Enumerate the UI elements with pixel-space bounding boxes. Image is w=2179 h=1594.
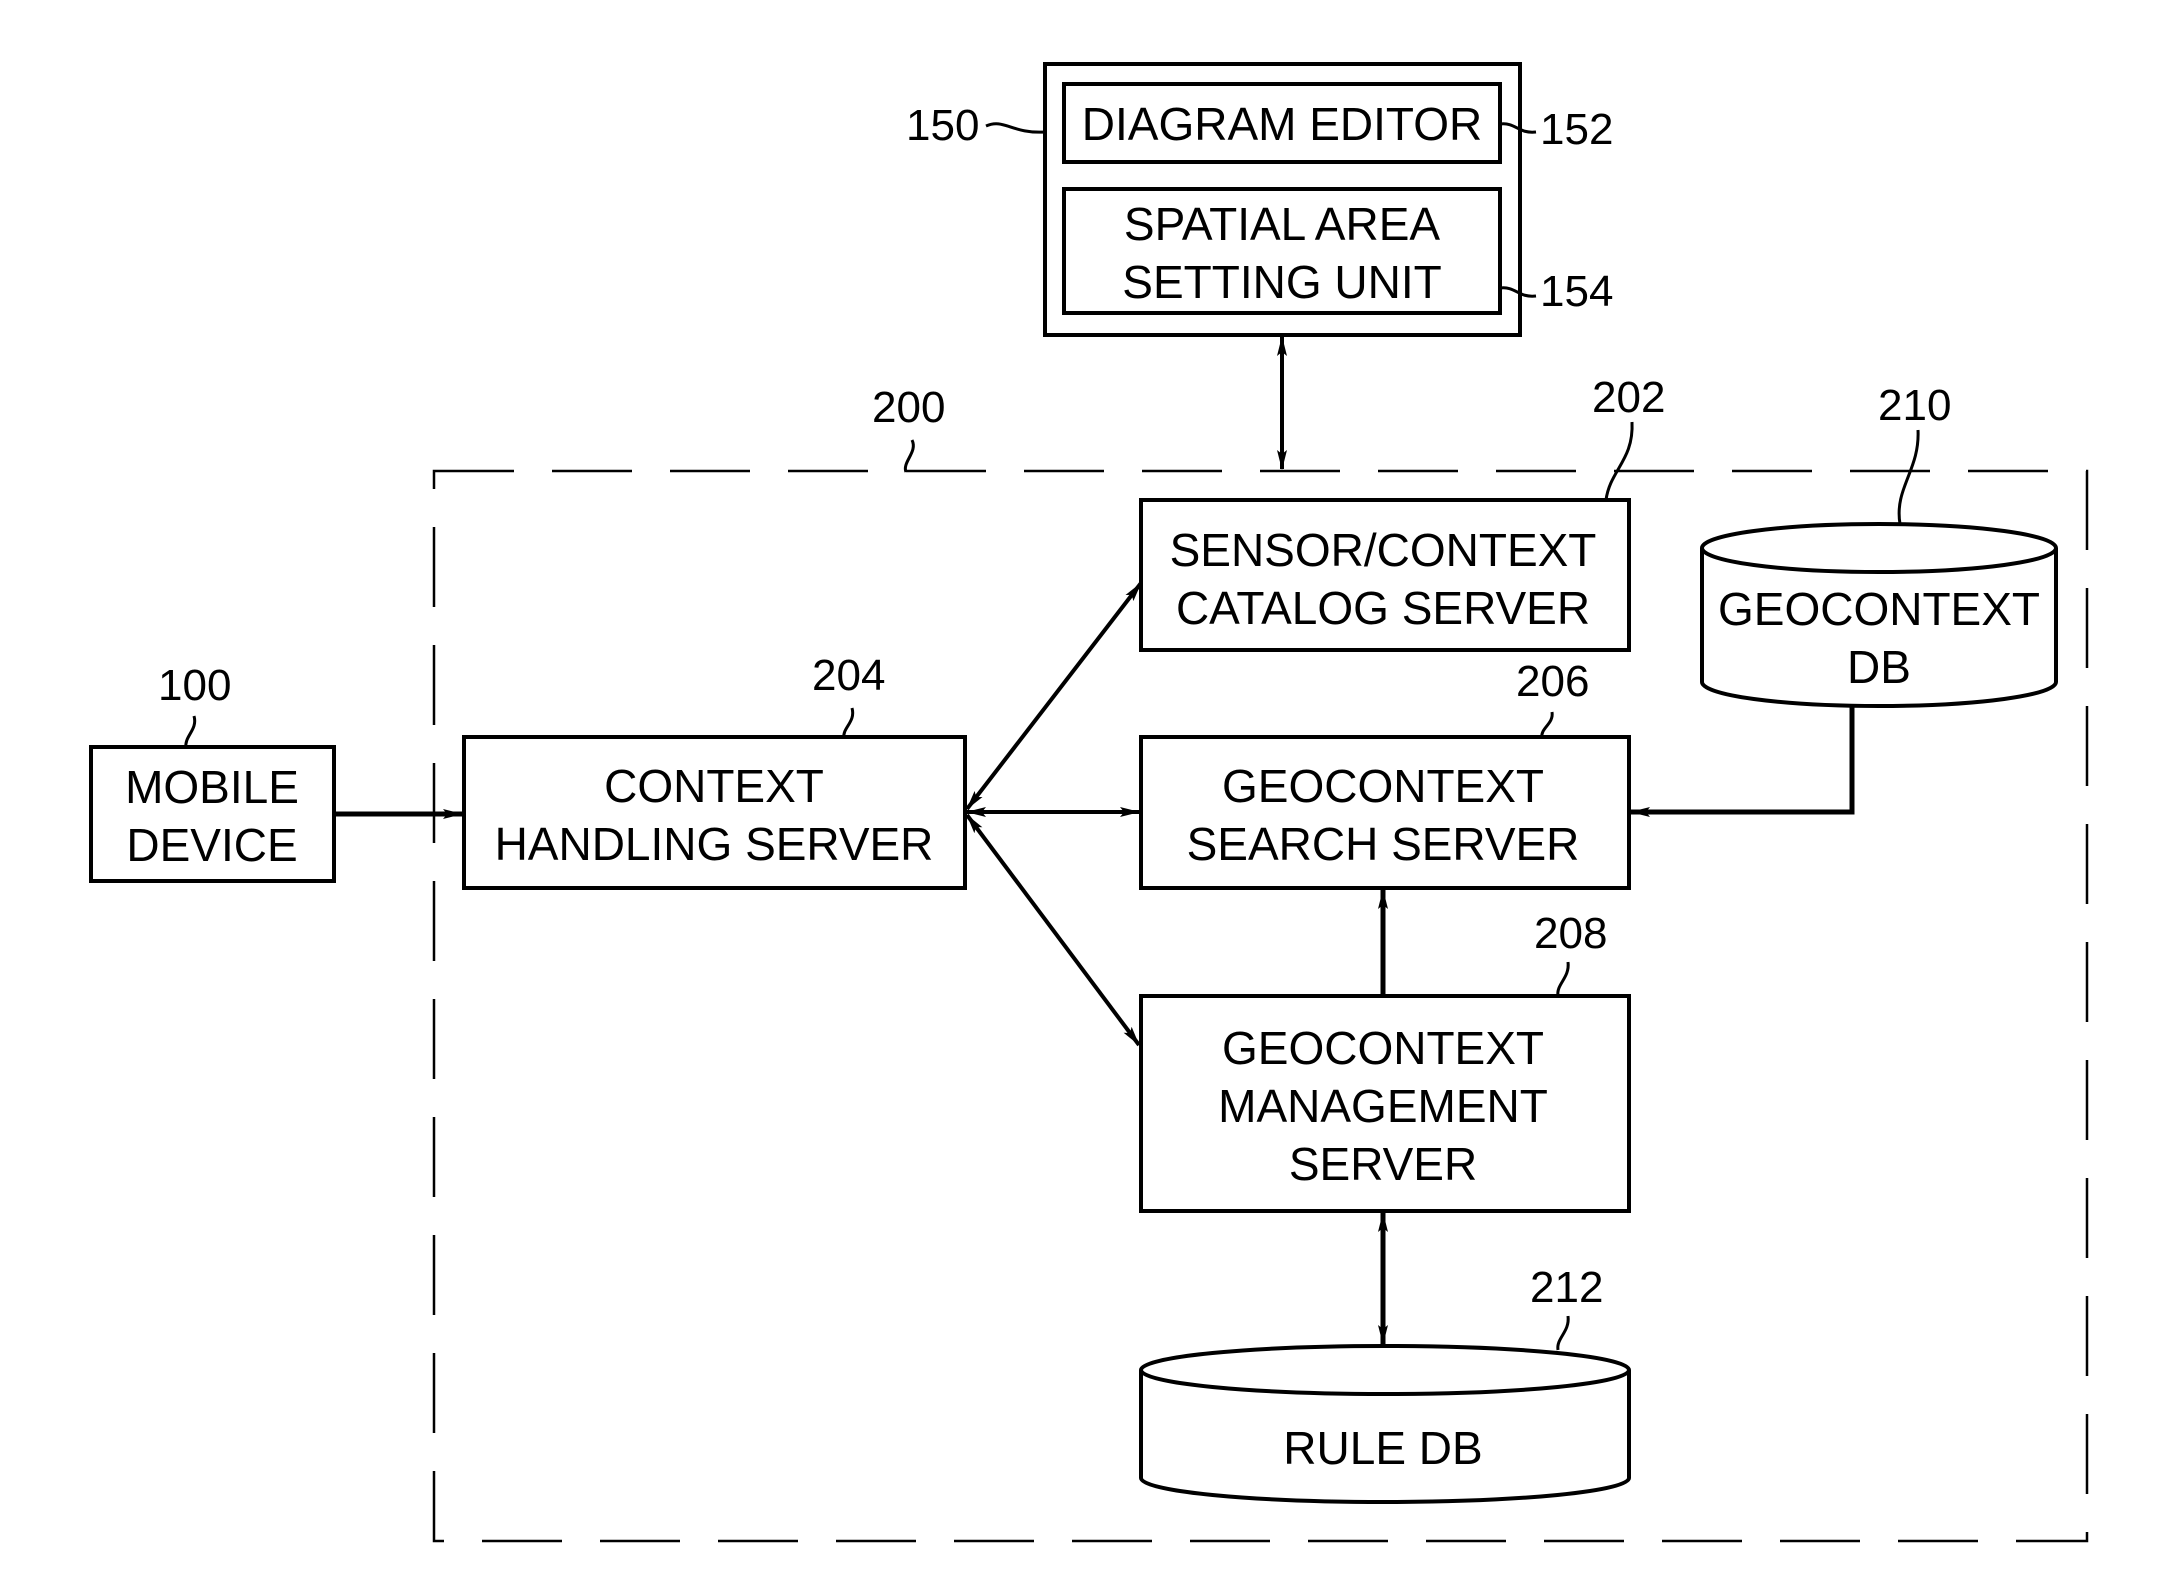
sensor-context-catalog-server-label-line2: CATALOG SERVER: [1176, 582, 1590, 634]
ref-label-100: 100: [158, 661, 231, 710]
geocontext-management-server-label-line2: MANAGEMENT: [1218, 1080, 1548, 1132]
diagram-editor-label: DIAGRAM EDITOR: [1082, 98, 1482, 150]
geocontext-db-label-line2: DB: [1847, 641, 1911, 693]
context-handling-server-label-line1: CONTEXT: [604, 760, 824, 812]
leader-line-150: [985, 122, 1046, 134]
context-handling-server-label-line2: HANDLING SERVER: [495, 818, 934, 870]
ref-label-206: 206: [1516, 657, 1589, 706]
leader-line-210: [1897, 429, 1920, 525]
ref-label-150: 150: [906, 101, 979, 150]
geocontext-search-server-label-line1: GEOCONTEXT: [1222, 760, 1544, 812]
leader-line-204: [842, 707, 855, 739]
leader-line-200: [903, 439, 915, 473]
ref-label-208: 208: [1534, 909, 1607, 958]
leader-line-208: [1556, 961, 1570, 997]
spatial-area-setting-unit-label-line1: SPATIAL AREA: [1124, 198, 1440, 250]
sensor-context-catalog-server-label-line1: SENSOR/CONTEXT: [1170, 524, 1597, 576]
arrow-204-to-208: [965, 813, 1141, 1047]
leader-line-100: [184, 715, 197, 749]
geocontext-db-label-line1: GEOCONTEXT: [1718, 583, 2040, 635]
mobile-device-label-line1: MOBILE: [125, 761, 299, 813]
ref-label-202: 202: [1592, 373, 1665, 422]
geocontext-management-server-label-line1: GEOCONTEXT: [1222, 1022, 1544, 1074]
arrow-204-to-202: [965, 581, 1143, 811]
mobile-device-label-line2: DEVICE: [126, 819, 297, 871]
arrow-210-to-206: [1630, 706, 1855, 817]
rule-db-label: RULE DB: [1283, 1422, 1482, 1474]
ref-label-210: 210: [1878, 381, 1951, 430]
ref-label-200: 200: [872, 383, 945, 432]
ref-label-152: 152: [1540, 105, 1613, 154]
geocontext-management-server-label-line3: SERVER: [1289, 1138, 1477, 1190]
leader-line-212: [1556, 1315, 1570, 1351]
ref-label-154: 154: [1540, 267, 1613, 316]
leader-line-206: [1540, 711, 1554, 739]
geocontext-search-server-label-line2: SEARCH SERVER: [1187, 818, 1580, 870]
ref-label-212: 212: [1530, 1263, 1603, 1312]
spatial-area-setting-unit-label-line2: SETTING UNIT: [1122, 256, 1441, 308]
ref-label-204: 204: [812, 651, 885, 700]
diagram-canvas: 200 150 DIAGRAM EDITOR 152 SPATIAL AREA …: [89, 62, 2089, 1543]
leader-line-202: [1604, 421, 1634, 501]
